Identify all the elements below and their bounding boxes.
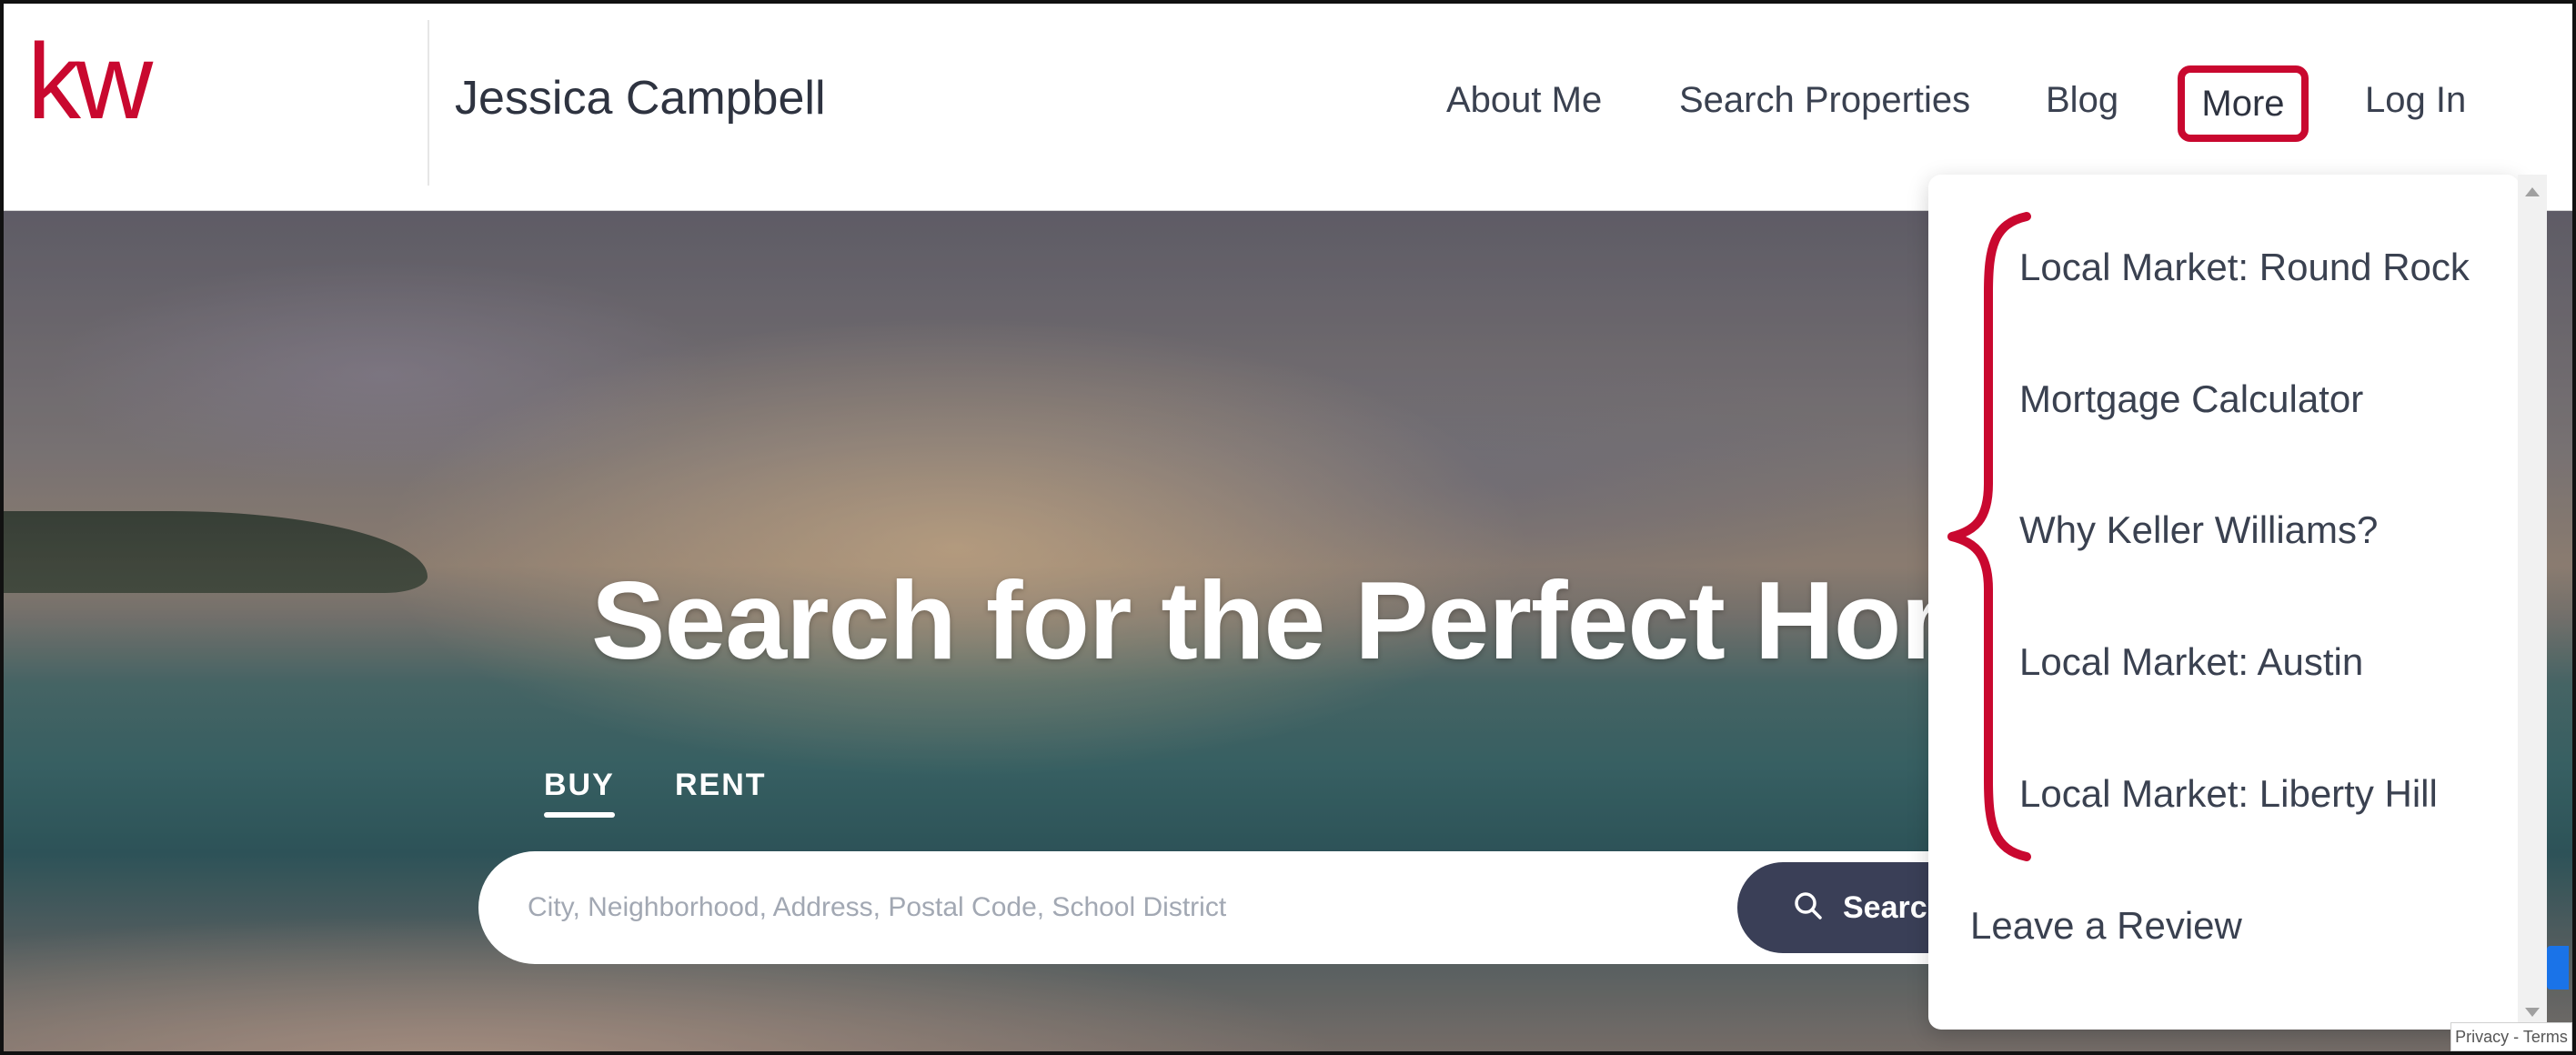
nav-more-highlighted[interactable]: More xyxy=(2178,65,2309,142)
scroll-down-arrow-icon[interactable] xyxy=(2525,1008,2540,1017)
recaptcha-badge[interactable] xyxy=(2547,946,2569,990)
dropdown-item-austin[interactable]: Local Market: Austin xyxy=(2019,640,2363,684)
search-icon xyxy=(1795,892,1822,919)
nav-more-label: More xyxy=(2201,83,2285,124)
dropdown-item-mortgage-calculator[interactable]: Mortgage Calculator xyxy=(2019,377,2363,421)
dropdown-item-liberty-hill[interactable]: Local Market: Liberty Hill xyxy=(2019,772,2438,816)
nav-about-me[interactable]: About Me xyxy=(1446,80,1602,121)
dropdown-item-round-rock[interactable]: Local Market: Round Rock xyxy=(2019,246,2470,289)
annotation-curly-brace xyxy=(1947,212,2031,861)
dropdown-item-why-keller-williams[interactable]: Why Keller Williams? xyxy=(2019,508,2378,552)
recaptcha-privacy-terms[interactable]: Privacy - Terms xyxy=(2450,1022,2572,1051)
header-divider xyxy=(428,20,429,186)
scroll-up-arrow-icon[interactable] xyxy=(2525,187,2540,196)
search-input[interactable] xyxy=(528,873,1710,942)
agent-name[interactable]: Jessica Campbell xyxy=(455,71,826,126)
tab-rent[interactable]: RENT xyxy=(675,768,767,803)
nav-search-properties[interactable]: Search Properties xyxy=(1679,80,1970,121)
hero-title: Search for the Perfect Home xyxy=(591,558,2060,682)
tab-buy[interactable]: BUY xyxy=(544,768,615,818)
search-bar: Search xyxy=(478,851,2083,964)
nav-blog[interactable]: Blog xyxy=(2046,80,2118,121)
nav-log-in[interactable]: Log In xyxy=(2365,80,2466,121)
dropdown-scrollbar[interactable] xyxy=(2518,175,2547,1030)
dropdown-item-leave-review[interactable]: Leave a Review xyxy=(1970,904,2242,948)
kw-logo[interactable]: kw xyxy=(27,28,155,136)
